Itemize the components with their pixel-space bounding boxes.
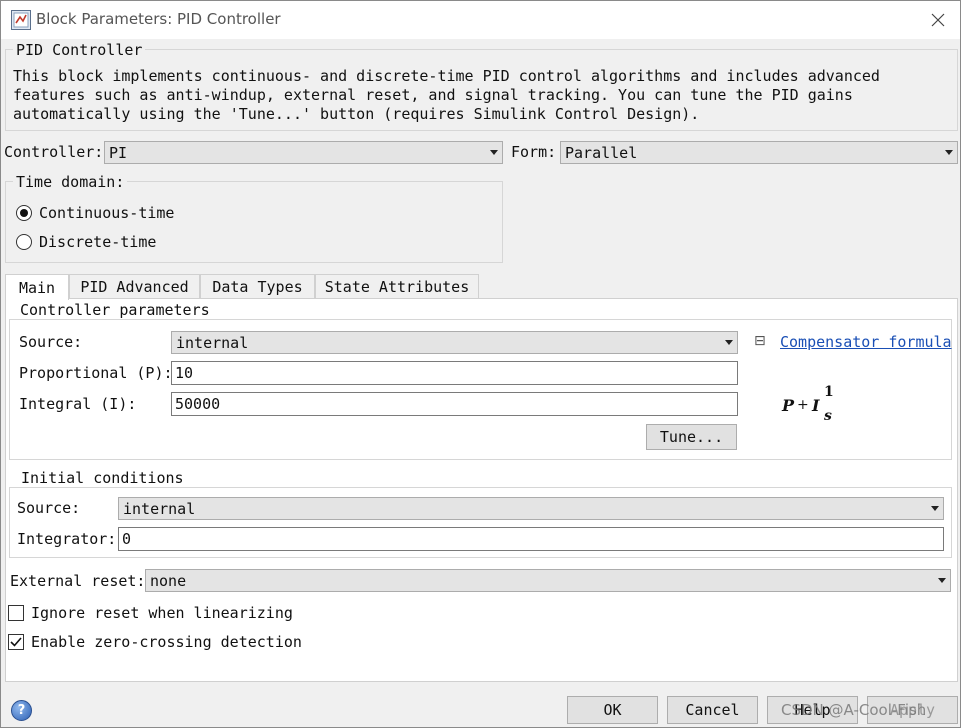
block-group-title: PID Controller	[13, 41, 146, 59]
ok-button-label: OK	[603, 701, 622, 719]
cancel-button[interactable]: Cancel	[667, 696, 758, 724]
external-reset-select[interactable]: none	[145, 569, 951, 592]
discrete-time-label[interactable]: Discrete-time	[39, 233, 156, 251]
simulink-app-icon	[11, 10, 31, 30]
close-button[interactable]	[919, 5, 957, 35]
proportional-label: Proportional (P):	[19, 364, 173, 382]
proportional-value: 10	[175, 364, 194, 382]
form-label: Form:	[511, 143, 557, 161]
tab-data-types-label: Data Types	[212, 278, 303, 296]
block-description: This block implements continuous- and di…	[13, 67, 889, 123]
tab-state-attributes-label: State Attributes	[324, 278, 470, 296]
integrator-value: 0	[122, 530, 132, 548]
collapse-formula-icon[interactable]: ⊟	[754, 333, 766, 349]
discrete-time-radio[interactable]	[16, 234, 32, 250]
zero-crossing-checkbox[interactable]	[8, 634, 24, 650]
compensator-formula-link[interactable]: Compensator formula	[780, 333, 952, 351]
initial-conditions-title: Initial conditions	[18, 469, 187, 487]
cp-source-value: internal	[176, 333, 249, 352]
tab-main-label: Main	[18, 278, 56, 297]
cancel-button-label: Cancel	[685, 701, 740, 719]
checkmark-icon	[10, 637, 22, 647]
ic-source-label: Source:	[17, 499, 81, 517]
chevron-down-icon	[725, 340, 733, 345]
ignore-reset-label[interactable]: Ignore reset when linearizing	[31, 604, 293, 622]
chevron-down-icon	[490, 150, 498, 155]
external-reset-value: none	[150, 571, 187, 590]
form-select-value: Parallel	[565, 143, 638, 162]
time-domain-title: Time domain:	[13, 173, 128, 191]
formula-denominator: s	[824, 408, 832, 424]
integral-input[interactable]: 50000	[171, 392, 738, 416]
formula-i: I	[812, 396, 820, 415]
continuous-time-radio[interactable]	[16, 205, 32, 221]
ic-source-select[interactable]: internal	[118, 497, 944, 520]
tab-data-types[interactable]: Data Types	[200, 274, 315, 299]
close-icon	[931, 13, 945, 27]
integrator-label: Integrator:	[17, 530, 117, 548]
continuous-time-label[interactable]: Continuous-time	[39, 204, 174, 222]
title-bar: Block Parameters: PID Controller	[1, 1, 960, 39]
proportional-input[interactable]: 10	[171, 361, 738, 385]
controller-select-value: PI	[109, 143, 128, 162]
help-icon[interactable]: ?	[11, 700, 32, 721]
integrator-input[interactable]: 0	[118, 527, 944, 551]
chevron-down-icon	[945, 150, 953, 155]
ic-source-value: internal	[123, 499, 196, 518]
formula-numerator: 1	[824, 384, 834, 400]
dialog-window: Block Parameters: PID Controller PID Con…	[0, 0, 961, 728]
controller-select[interactable]: PI	[104, 141, 503, 164]
zero-crossing-label[interactable]: Enable zero-crossing detection	[31, 633, 302, 651]
tune-button-label: Tune...	[659, 428, 724, 446]
tune-button[interactable]: Tune...	[646, 424, 737, 450]
tab-pid-advanced-label: PID Advanced	[80, 278, 189, 296]
integral-label: Integral (I):	[19, 395, 137, 413]
ignore-reset-checkbox[interactable]	[8, 605, 24, 621]
csdn-watermark: CSDN @A-Cool-Fish	[781, 701, 927, 719]
cp-source-select[interactable]: internal	[171, 331, 738, 354]
chevron-down-icon	[938, 578, 946, 583]
formula-p: P	[782, 396, 795, 415]
ok-button[interactable]: OK	[567, 696, 658, 724]
tab-state-attributes[interactable]: State Attributes	[315, 274, 479, 299]
tab-pid-advanced[interactable]: PID Advanced	[69, 274, 200, 299]
tab-main[interactable]: Main	[5, 274, 69, 300]
controller-label: Controller:	[4, 143, 104, 161]
formula-plus: +	[797, 397, 809, 413]
external-reset-label: External reset:	[10, 572, 146, 590]
form-select[interactable]: Parallel	[560, 141, 958, 164]
chevron-down-icon	[931, 506, 939, 511]
window-title: Block Parameters: PID Controller	[36, 10, 281, 28]
cp-source-label: Source:	[19, 333, 83, 351]
integral-value: 50000	[175, 395, 221, 413]
controller-parameters-title: Controller parameters	[17, 301, 213, 319]
